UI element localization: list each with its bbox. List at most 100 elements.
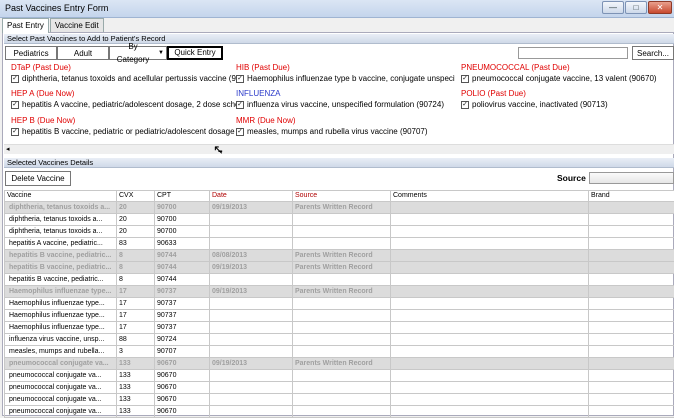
- cell-comments[interactable]: [391, 238, 589, 250]
- cell-comments[interactable]: [391, 346, 589, 358]
- cell-comments[interactable]: [391, 358, 589, 370]
- cell-vaccine[interactable]: pneumococcal conjugate va...: [5, 358, 117, 370]
- cell-cvx[interactable]: 20: [117, 214, 155, 226]
- cell-vaccine[interactable]: hepatitis B vaccine, pediatric...: [5, 274, 117, 286]
- cell-vaccine[interactable]: Haemophilus influenzae type...: [5, 298, 117, 310]
- cell-cpt[interactable]: 90724: [155, 334, 210, 346]
- table-row[interactable]: hepatitis B vaccine, pediatric...8907440…: [5, 250, 674, 262]
- table-row[interactable]: pneumococcal conjugate va...13390670: [5, 382, 674, 394]
- cell-cpt[interactable]: 90700: [155, 214, 210, 226]
- table-row[interactable]: pneumococcal conjugate va...13390670: [5, 370, 674, 382]
- splitter-grip-icon[interactable]: ▪▪▪: [218, 149, 221, 155]
- vaccine-option[interactable]: ✓ diphtheria, tetanus toxoids and acellu…: [11, 73, 237, 84]
- cell-source[interactable]: Parents Written Record: [293, 358, 391, 370]
- cell-brand[interactable]: [589, 286, 674, 298]
- tab-vaccine-edit[interactable]: Vaccine Edit: [50, 18, 104, 32]
- column-header-date[interactable]: Date: [210, 191, 293, 202]
- cell-source[interactable]: Parents Written Record: [293, 202, 391, 214]
- cell-cpt[interactable]: 90737: [155, 310, 210, 322]
- cell-vaccine[interactable]: hepatitis B vaccine, pediatric...: [5, 262, 117, 274]
- vaccine-option[interactable]: ✓ poliovirus vaccine, inactivated (90713…: [461, 99, 608, 110]
- cell-date[interactable]: 09/19/2013: [210, 358, 293, 370]
- cell-vaccine[interactable]: Haemophilus influenzae type...: [5, 310, 117, 322]
- cell-comments[interactable]: [391, 286, 589, 298]
- quick-entry-button[interactable]: Quick Entry: [167, 46, 223, 60]
- scroll-left-icon[interactable]: ◂: [6, 145, 10, 154]
- cell-vaccine[interactable]: Haemophilus influenzae type...: [5, 322, 117, 334]
- cell-comments[interactable]: [391, 298, 589, 310]
- table-row[interactable]: diphtheria, tetanus toxoids a...2090700: [5, 214, 674, 226]
- cell-cvx[interactable]: 20: [117, 226, 155, 238]
- cell-comments[interactable]: [391, 202, 589, 214]
- cell-source[interactable]: [293, 238, 391, 250]
- cell-vaccine[interactable]: pneumococcal conjugate va...: [5, 370, 117, 382]
- cell-cvx[interactable]: 83: [117, 238, 155, 250]
- minimize-button[interactable]: —: [602, 1, 624, 14]
- cell-cpt[interactable]: 90737: [155, 298, 210, 310]
- cell-date[interactable]: [210, 274, 293, 286]
- horizontal-scrollbar[interactable]: ◂: [4, 144, 674, 154]
- cell-brand[interactable]: [589, 346, 674, 358]
- vaccine-option[interactable]: ✓ Haemophilus influenzae type b vaccine,…: [236, 73, 455, 84]
- table-row[interactable]: hepatitis B vaccine, pediatric...890744: [5, 274, 674, 286]
- cell-vaccine[interactable]: measles, mumps and rubella...: [5, 346, 117, 358]
- cell-source[interactable]: [293, 322, 391, 334]
- cell-date[interactable]: [210, 346, 293, 358]
- cell-brand[interactable]: [589, 382, 674, 394]
- cell-source[interactable]: [293, 346, 391, 358]
- cell-date[interactable]: [210, 298, 293, 310]
- cell-date[interactable]: 09/19/2013: [210, 286, 293, 298]
- column-header-comments[interactable]: Comments: [391, 191, 589, 202]
- cell-cvx[interactable]: 88: [117, 334, 155, 346]
- cell-brand[interactable]: [589, 238, 674, 250]
- cell-date[interactable]: [210, 238, 293, 250]
- cell-brand[interactable]: [589, 226, 674, 238]
- search-input[interactable]: [518, 47, 628, 59]
- cell-vaccine[interactable]: diphtheria, tetanus toxoids a...: [5, 202, 117, 214]
- cell-date[interactable]: 08/08/2013: [210, 250, 293, 262]
- cell-comments[interactable]: [391, 274, 589, 286]
- cell-cvx[interactable]: 3: [117, 346, 155, 358]
- cell-comments[interactable]: [391, 370, 589, 382]
- cell-cpt[interactable]: 90737: [155, 322, 210, 334]
- cell-cpt[interactable]: 90633: [155, 238, 210, 250]
- cell-cpt[interactable]: 90707: [155, 346, 210, 358]
- search-button[interactable]: Search...: [632, 46, 674, 60]
- cell-cvx[interactable]: 133: [117, 394, 155, 406]
- table-row[interactable]: hepatitis B vaccine, pediatric...8907440…: [5, 262, 674, 274]
- checkbox[interactable]: ✓: [461, 101, 469, 109]
- cell-source[interactable]: [293, 382, 391, 394]
- cell-comments[interactable]: [391, 322, 589, 334]
- vaccine-option[interactable]: ✓ pneumococcal conjugate vaccine, 13 val…: [461, 73, 657, 84]
- table-row[interactable]: influenza virus vaccine, unsp...8890724: [5, 334, 674, 346]
- column-header-source[interactable]: Source: [293, 191, 391, 202]
- vaccine-option[interactable]: ✓ measles, mumps and rubella virus vacci…: [236, 126, 428, 137]
- cell-source[interactable]: [293, 214, 391, 226]
- cell-source[interactable]: Parents Written Record: [293, 250, 391, 262]
- cell-cpt[interactable]: 90700: [155, 226, 210, 238]
- cell-comments[interactable]: [391, 226, 589, 238]
- cell-brand[interactable]: [589, 262, 674, 274]
- cell-source[interactable]: [293, 274, 391, 286]
- cell-date[interactable]: 09/19/2013: [210, 262, 293, 274]
- cell-cpt[interactable]: 90737: [155, 286, 210, 298]
- cell-vaccine[interactable]: diphtheria, tetanus toxoids a...: [5, 226, 117, 238]
- cell-cpt[interactable]: 90700: [155, 202, 210, 214]
- close-button[interactable]: ✕: [648, 1, 672, 14]
- cell-cvx[interactable]: 8: [117, 274, 155, 286]
- cell-date[interactable]: [210, 394, 293, 406]
- table-row[interactable]: pneumococcal conjugate va...1339067009/1…: [5, 358, 674, 370]
- cell-brand[interactable]: [589, 310, 674, 322]
- cell-source[interactable]: [293, 370, 391, 382]
- cell-comments[interactable]: [391, 334, 589, 346]
- cell-comments[interactable]: [391, 250, 589, 262]
- cell-source[interactable]: [293, 334, 391, 346]
- adult-button[interactable]: Adult: [57, 46, 109, 60]
- cell-brand[interactable]: [589, 298, 674, 310]
- column-header-cvx[interactable]: CVX: [117, 191, 155, 202]
- table-row[interactable]: Haemophilus influenzae type...1790737: [5, 322, 674, 334]
- cell-vaccine[interactable]: pneumococcal conjugate va...: [5, 394, 117, 406]
- column-header-vaccine[interactable]: Vaccine: [5, 191, 117, 202]
- cell-cpt[interactable]: 90670: [155, 370, 210, 382]
- checkbox[interactable]: ✓: [11, 75, 19, 83]
